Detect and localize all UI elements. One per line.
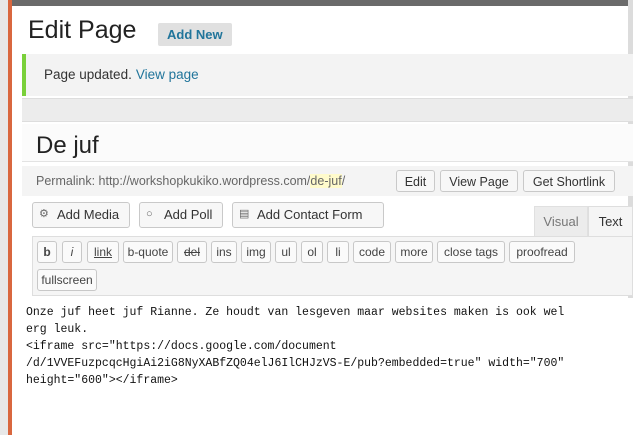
page-title: Edit Page <box>28 16 137 44</box>
quicktags-toolbar: b i link b-quote del ins img ul ol li co… <box>32 236 633 296</box>
add-poll-label: Add Poll <box>164 207 213 222</box>
add-new-button[interactable]: Add New <box>158 23 232 46</box>
view-page-link[interactable]: View page <box>136 67 199 82</box>
edit-page-main: Edit Page Add New Page updated. View page… <box>22 6 633 435</box>
admin-sidebar-edge <box>0 0 12 435</box>
notice-message: Page updated. <box>44 67 132 82</box>
poll-icon: ○ <box>146 208 153 220</box>
quicktag-link-button[interactable]: link <box>87 241 119 263</box>
quicktag-fullscreen-button[interactable]: fullscreen <box>37 269 97 291</box>
quicktag-close-tags-button[interactable]: close tags <box>437 241 505 263</box>
quicktag-li-button[interactable]: li <box>327 241 349 263</box>
add-contact-form-label: Add Contact Form <box>257 207 363 222</box>
section-divider <box>22 98 633 122</box>
quicktag-code-button[interactable]: code <box>353 241 391 263</box>
permalink-slug[interactable]: de-juf <box>310 174 342 188</box>
quicktag-ol-button[interactable]: ol <box>301 241 323 263</box>
add-poll-button[interactable]: ○ Add Poll <box>139 202 223 228</box>
permalink-text: Permalink: http://workshopkukiko.wordpre… <box>36 174 345 188</box>
quicktag-bquote-button[interactable]: b-quote <box>123 241 173 263</box>
content-editor-textarea[interactable]: Onze juf heet juf Rianne. Ze houdt van l… <box>22 298 633 435</box>
quicktag-bold-button[interactable]: b <box>37 241 57 263</box>
add-media-label: Add Media <box>57 207 120 222</box>
get-shortlink-button[interactable]: Get Shortlink <box>523 170 615 192</box>
tab-text[interactable]: Text <box>588 206 633 236</box>
permalink-trailing: / <box>341 174 346 188</box>
update-notice: Page updated. View page <box>22 54 633 96</box>
quicktag-ins-button[interactable]: ins <box>211 241 237 263</box>
add-media-button[interactable]: ⚙ Add Media <box>32 202 130 228</box>
post-title-input[interactable]: De juf <box>22 124 633 162</box>
permalink-edit-button[interactable]: Edit <box>396 170 435 192</box>
add-contact-form-button[interactable]: ▤ Add Contact Form <box>232 202 384 228</box>
editor-content[interactable]: Onze juf heet juf Rianne. Ze houdt van l… <box>26 304 618 389</box>
contact-form-icon: ▤ <box>239 208 250 220</box>
quicktag-proofread-button[interactable]: proofread <box>509 241 575 263</box>
tab-visual[interactable]: Visual <box>534 206 588 236</box>
media-buttons-row: ⚙ Add Media ○ Add Poll ▤ Add Contact Form V… <box>22 202 633 236</box>
quicktag-img-button[interactable]: img <box>241 241 271 263</box>
permalink-label: Permalink: http://workshopkukiko.wordpre… <box>36 174 311 188</box>
quicktag-more-button[interactable]: more <box>395 241 433 263</box>
view-page-button[interactable]: View Page <box>440 170 518 192</box>
quicktag-ul-button[interactable]: ul <box>275 241 297 263</box>
quicktag-italic-button[interactable]: i <box>62 241 82 263</box>
media-icon: ⚙ <box>39 208 49 220</box>
permalink-row: Permalink: http://workshopkukiko.wordpre… <box>22 166 633 196</box>
quicktag-del-button[interactable]: del <box>177 241 207 263</box>
notice-message-wrapper: Page updated. View page <box>44 67 199 82</box>
